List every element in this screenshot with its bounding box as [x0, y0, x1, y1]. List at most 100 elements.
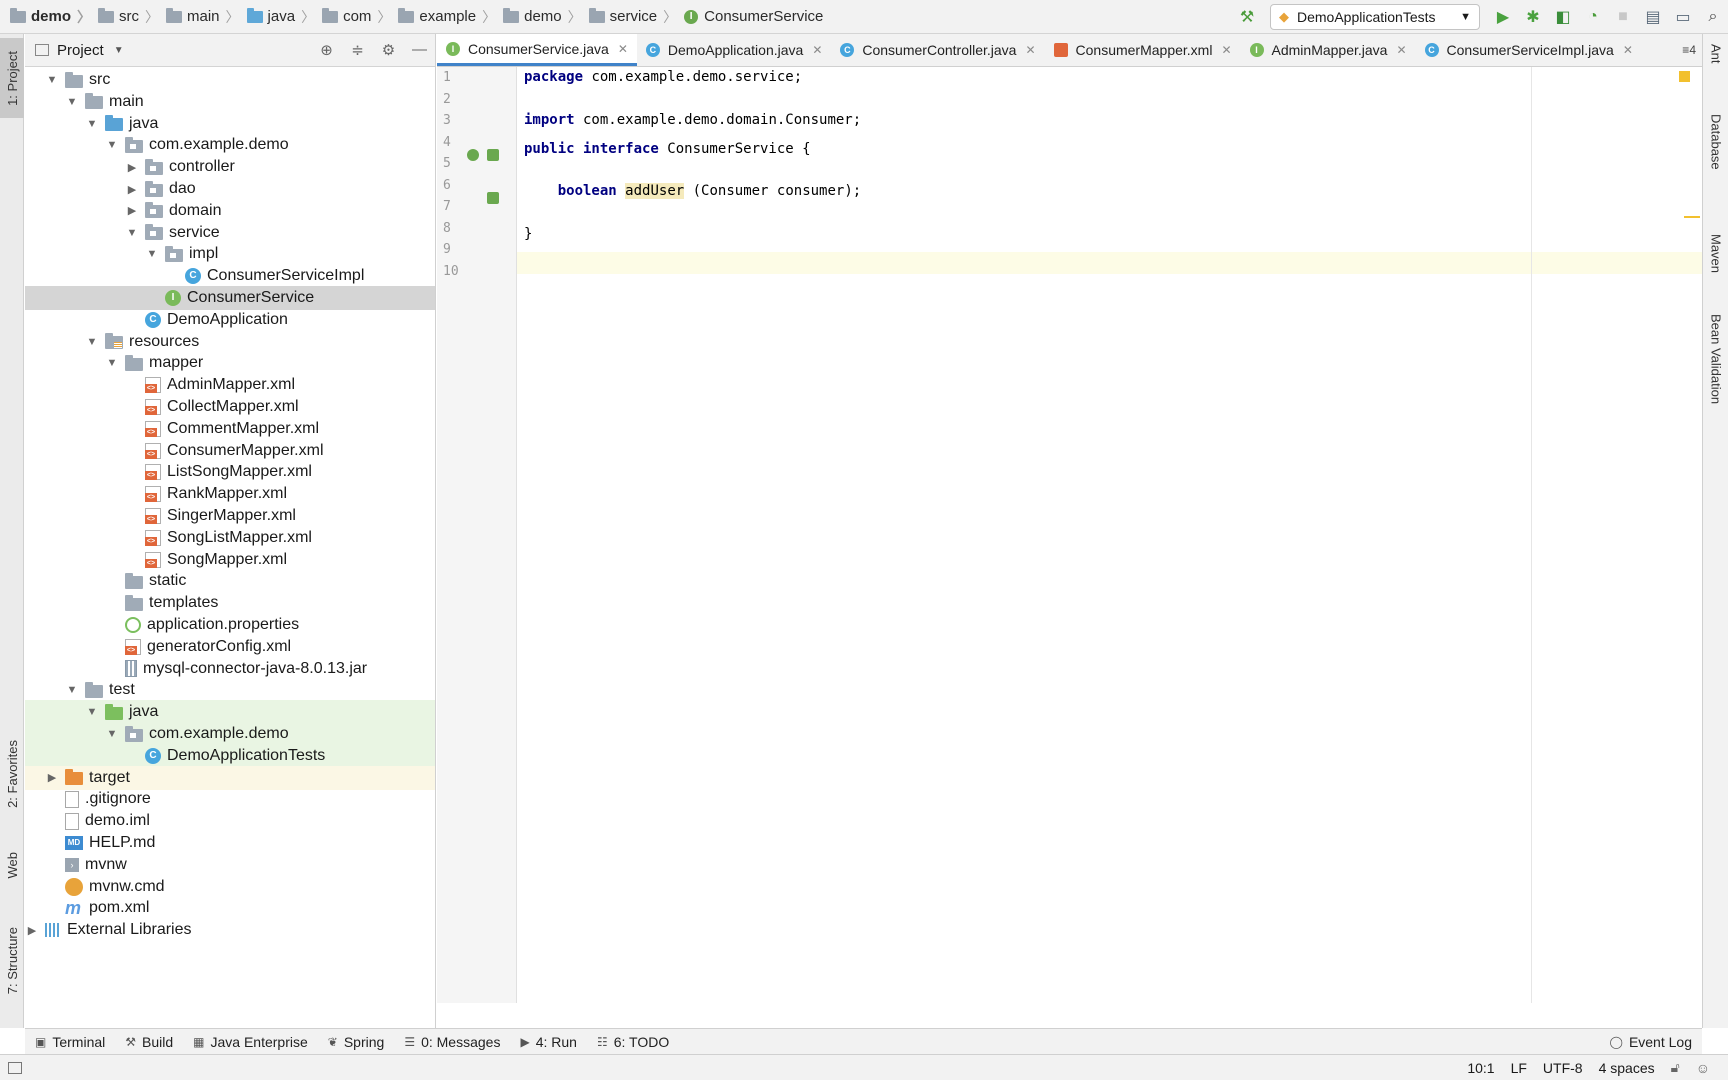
more-tabs-button[interactable]: ≡ 4	[1682, 34, 1702, 66]
breadcrumb-item[interactable]: src 〉	[98, 0, 166, 34]
close-icon[interactable]: ✕	[618, 42, 628, 56]
chevron-down-icon[interactable]: ▼	[114, 45, 124, 56]
project-panel-title[interactable]: Project	[57, 42, 104, 59]
tree-item[interactable]: ▶CollectMapper.xml	[25, 395, 435, 419]
chevron-down-icon[interactable]: ▼	[85, 118, 99, 130]
run-icon[interactable]: ▶	[1488, 0, 1518, 34]
breadcrumb-item[interactable]: service 〉	[588, 0, 685, 34]
tool-tab-maven[interactable]: Maven	[1703, 234, 1728, 273]
chevron-down-icon[interactable]: ▼	[85, 336, 99, 348]
close-icon[interactable]: ✕	[1025, 43, 1035, 57]
tree-item[interactable]: ▶mysql-connector-java-8.0.13.jar	[25, 657, 435, 681]
close-icon[interactable]: ✕	[1221, 43, 1231, 57]
chevron-right-icon[interactable]: ▶	[45, 771, 59, 784]
indent-setting[interactable]: 4 spaces	[1591, 1060, 1663, 1076]
tree-item[interactable]: ▶RankMapper.xml	[25, 482, 435, 506]
breadcrumb-item[interactable]: com 〉	[322, 0, 398, 34]
breadcrumb-item[interactable]: demo 〉	[10, 0, 98, 34]
tree-item[interactable]: ▶ domain	[25, 199, 435, 223]
inspector-icon[interactable]: ☺	[1688, 1060, 1718, 1076]
tool-tab-database[interactable]: Database	[1703, 114, 1728, 170]
tree-item[interactable]: ▶ConsumerMapper.xml	[25, 439, 435, 463]
editor-tab[interactable]: I AdminMapper.java ✕	[1241, 34, 1416, 66]
tree-item[interactable]: ▶›mvnw	[25, 853, 435, 877]
tool-tab-web[interactable]: Web	[0, 840, 24, 890]
tree-item[interactable]: ▶generatorConfig.xml	[25, 635, 435, 659]
event-log-button[interactable]: ◯ Event Log	[1600, 1034, 1703, 1050]
chevron-right-icon[interactable]: ▶	[125, 161, 139, 174]
go-to-implementation-icon[interactable]	[487, 149, 499, 161]
tree-item[interactable]: ▶CConsumerServiceImpl	[25, 264, 435, 288]
tool-tab-favorites[interactable]: 2: Favorites	[0, 724, 24, 824]
tree-item[interactable]: ▼ resources	[25, 330, 435, 354]
build-hammer-icon[interactable]: ⚒	[1232, 0, 1262, 34]
code-editor[interactable]: 1 2 3 4 5 6 7 8 9 10 package com.example.demo.ser…	[437, 67, 1702, 1003]
breadcrumb-item[interactable]: java 〉	[246, 0, 323, 34]
editor-tab[interactable]: ConsumerMapper.xml ✕	[1045, 34, 1241, 66]
tool-tab-structure[interactable]: 7: Structure	[0, 916, 24, 1006]
tree-item[interactable]: ▶CDemoApplicationTests	[25, 743, 435, 768]
stop-icon[interactable]: ■	[1608, 0, 1638, 34]
collapse-all-icon[interactable]: ≑	[342, 41, 373, 59]
editor-tab[interactable]: I ConsumerService.java ✕	[437, 34, 637, 66]
tool-windows-toggle-icon[interactable]	[8, 1061, 22, 1074]
chevron-down-icon[interactable]: ▼	[85, 706, 99, 718]
editor-tab[interactable]: C ConsumerController.java ✕	[831, 34, 1044, 66]
chevron-down-icon[interactable]: ▼	[145, 248, 159, 260]
tree-item[interactable]: ▼ src	[25, 68, 435, 92]
chevron-right-icon[interactable]: ▶	[125, 183, 139, 196]
run-configuration-selector[interactable]: ◆ DemoApplicationTests ▼	[1270, 4, 1480, 30]
close-icon[interactable]: ✕	[1623, 43, 1633, 57]
tree-item[interactable]: ▶AdminMapper.xml	[25, 373, 435, 397]
bottom-tool-messages[interactable]: ☰ 0: Messages	[394, 1034, 510, 1050]
hide-panel-icon[interactable]: —	[404, 41, 435, 59]
close-icon[interactable]: ✕	[1396, 43, 1406, 57]
tool-tab-ant[interactable]: Ant	[1703, 44, 1728, 64]
tree-item[interactable]: ▶ controller	[25, 155, 435, 179]
close-icon[interactable]: ✕	[812, 43, 822, 57]
tree-item[interactable]: ▶MDHELP.md	[25, 831, 435, 855]
chevron-down-icon[interactable]: ▼	[125, 227, 139, 239]
profile-icon[interactable]: ◔	[1578, 0, 1608, 34]
breadcrumb-item[interactable]: I ConsumerService	[684, 0, 823, 34]
tree-item[interactable]: ▶ target	[25, 765, 435, 790]
tree-item[interactable]: ▶mvnw.cmd	[25, 875, 435, 899]
tree-item[interactable]: ▶ListSongMapper.xml	[25, 460, 435, 484]
tree-item[interactable]: ▶SingerMapper.xml	[25, 504, 435, 528]
tree-item[interactable]: ▶ dao	[25, 177, 435, 201]
bottom-tool-terminal[interactable]: ▣ Terminal	[25, 1034, 115, 1050]
chevron-right-icon[interactable]: ▶	[125, 204, 139, 217]
chevron-down-icon[interactable]: ▼	[65, 684, 79, 696]
bottom-tool-run[interactable]: ▶ 4: Run	[510, 1034, 586, 1050]
tool-tab-bean-validation[interactable]: Bean Validation	[1703, 314, 1728, 404]
tree-item[interactable]: ▶IConsumerService	[25, 286, 435, 310]
chevron-right-icon[interactable]: ▶	[25, 924, 39, 937]
tree-item[interactable]: ▶CDemoApplication	[25, 308, 435, 332]
tool-tab-project[interactable]: 1: Project	[0, 38, 24, 118]
lock-icon[interactable]: 🔓︎	[1663, 1059, 1688, 1076]
chevron-down-icon[interactable]: ▼	[105, 139, 119, 151]
coverage-icon[interactable]: ◧	[1548, 0, 1578, 34]
tree-item[interactable]: ▶application.properties	[25, 613, 435, 637]
chevron-down-icon[interactable]: ▼	[65, 96, 79, 108]
tree-item[interactable]: ▶mpom.xml	[25, 896, 435, 920]
caret-position[interactable]: 10:1	[1459, 1060, 1502, 1076]
tree-item[interactable]: ▼ mapper	[25, 351, 435, 375]
tree-item[interactable]: ▶ External Libraries	[25, 918, 435, 942]
tree-item[interactable]: ▼ java	[25, 700, 435, 725]
bottom-tool-todo[interactable]: ☷ 6: TODO	[587, 1034, 679, 1050]
editor-tab[interactable]: C DemoApplication.java ✕	[637, 34, 831, 66]
bottom-tool-spring[interactable]: ❦ Spring	[318, 1034, 395, 1050]
locate-file-icon[interactable]: ⊕	[311, 41, 342, 59]
warning-stripe-marker[interactable]	[1684, 216, 1700, 218]
debug-icon[interactable]: ✱	[1518, 0, 1548, 34]
tree-item[interactable]: ▶SongListMapper.xml	[25, 526, 435, 550]
tree-item[interactable]: ▶demo.iml	[25, 809, 435, 833]
tree-item[interactable]: ▼ service	[25, 221, 435, 245]
bottom-tool-hammer[interactable]: ⚒ Build	[115, 1034, 183, 1050]
chevron-down-icon[interactable]: ▼	[105, 357, 119, 369]
line-separator[interactable]: LF	[1503, 1060, 1535, 1076]
gear-icon[interactable]: ⚙	[373, 41, 404, 59]
tree-item[interactable]: ▼ com.example.demo	[25, 133, 435, 157]
inspection-status-marker[interactable]	[1679, 71, 1690, 82]
